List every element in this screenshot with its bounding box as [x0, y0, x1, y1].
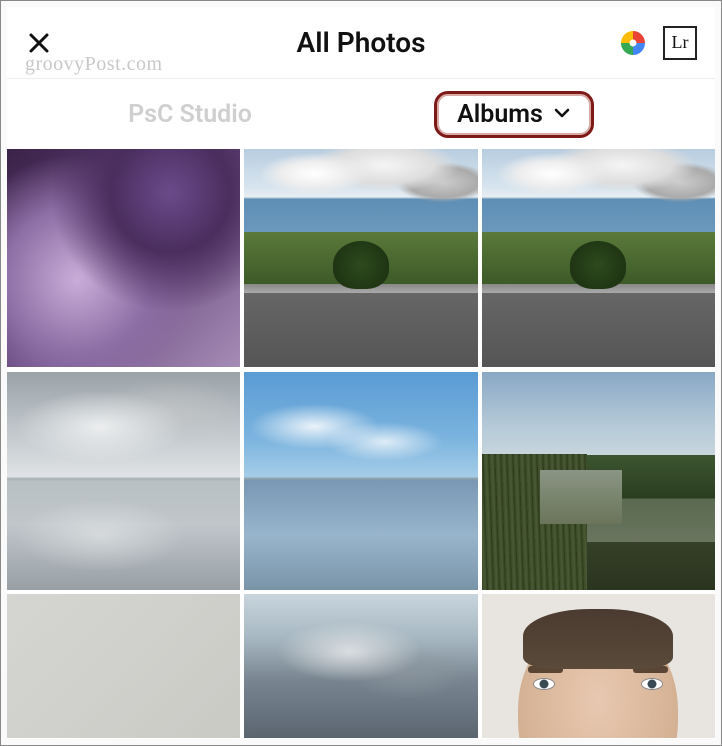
tabs-row: PsC Studio Albums — [7, 79, 715, 149]
tab-albums[interactable]: Albums — [434, 91, 594, 138]
lightroom-icon[interactable]: Lr — [663, 26, 697, 60]
photo-thumbnail[interactable] — [482, 149, 715, 367]
tab-psc-studio[interactable]: PsC Studio — [128, 100, 252, 129]
close-icon[interactable] — [25, 29, 53, 57]
chevron-down-icon — [553, 100, 571, 129]
photo-thumbnail[interactable] — [244, 149, 477, 367]
photo-thumbnail[interactable] — [7, 149, 240, 367]
photo-thumbnail[interactable] — [244, 372, 477, 590]
photo-thumbnail[interactable] — [7, 372, 240, 590]
photo-thumbnail[interactable] — [482, 372, 715, 590]
page-title: All Photos — [145, 26, 577, 59]
photo-grid — [7, 149, 715, 739]
header-left — [25, 29, 145, 57]
google-photos-icon[interactable] — [617, 27, 649, 59]
photo-thumbnail[interactable] — [7, 594, 240, 738]
photo-thumbnail[interactable] — [482, 594, 715, 738]
tab-albums-label: Albums — [457, 100, 543, 129]
photo-thumbnail[interactable] — [244, 594, 477, 738]
lightroom-icon-label: Lr — [672, 32, 689, 53]
header-right: Lr — [577, 26, 697, 60]
header-bar: All Photos Lr groovyPost.com — [7, 7, 715, 79]
